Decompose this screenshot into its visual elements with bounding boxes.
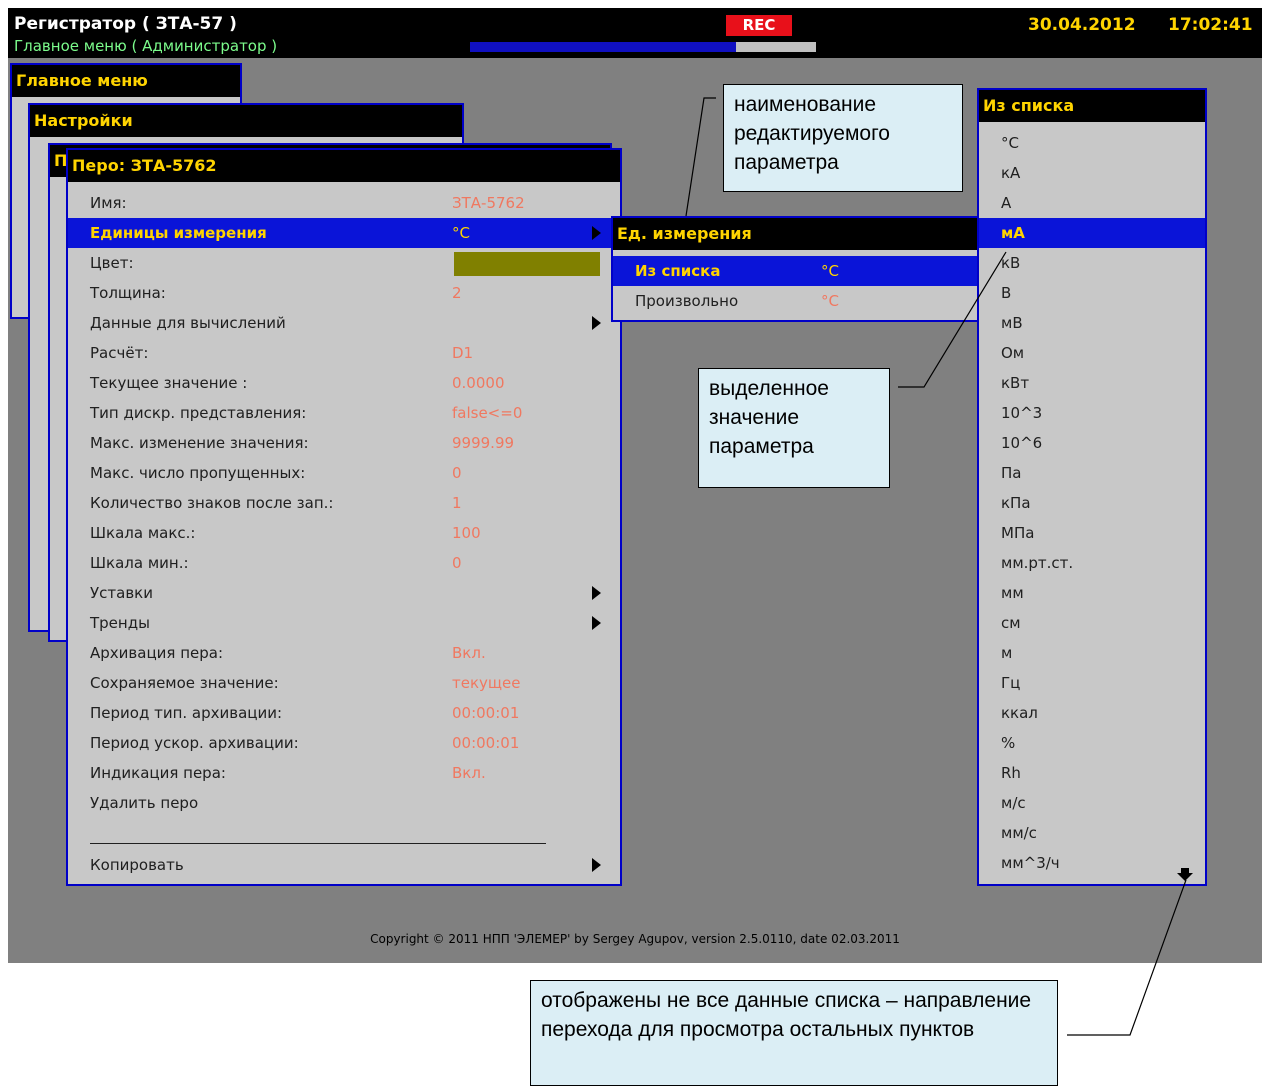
callout-lines: [685, 97, 1187, 1036]
